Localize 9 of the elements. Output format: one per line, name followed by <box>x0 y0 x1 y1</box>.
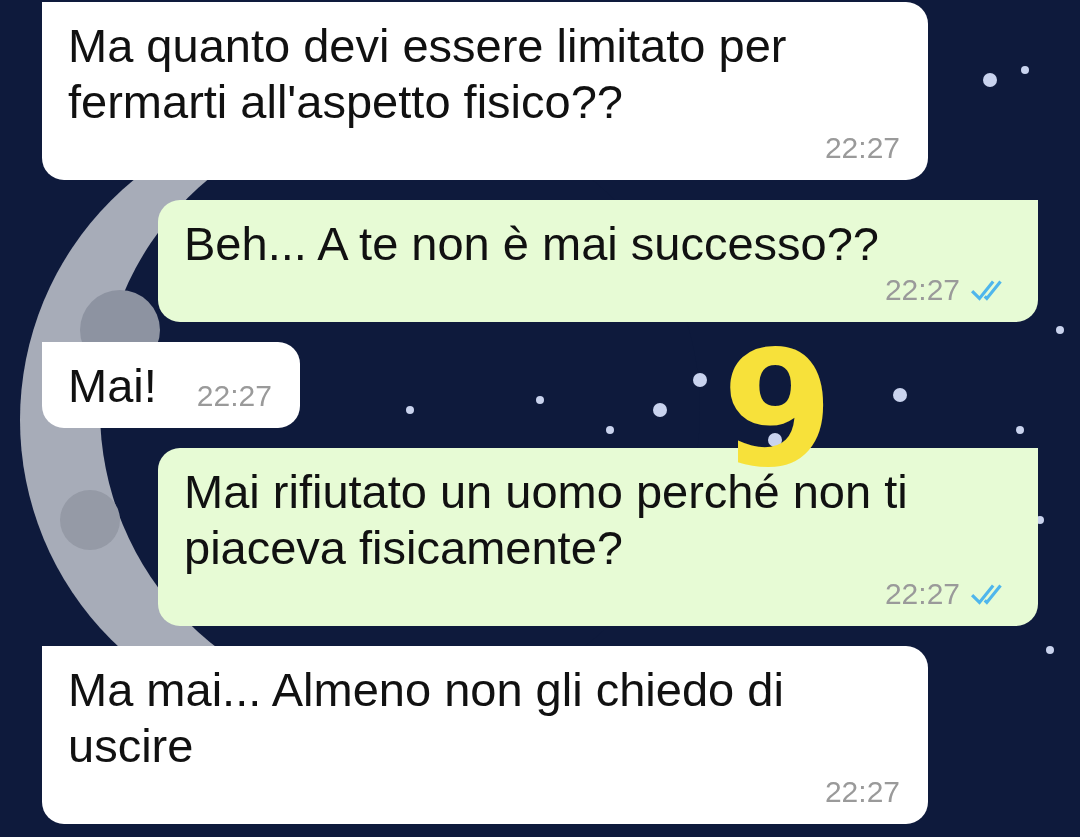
message-time: 22:27 <box>824 130 900 166</box>
message-time: 22:27 <box>884 576 960 612</box>
message-time: 22:27 <box>196 378 272 414</box>
message-text: Mai! <box>68 358 157 414</box>
message-time: 22:27 <box>824 774 900 810</box>
message-text: Beh... A te non è mai successo?? <box>184 216 879 272</box>
message-time: 22:27 <box>884 272 960 308</box>
message-text: Ma quanto devi essere limitato per fermarti all'aspetto fisico?? <box>68 18 788 130</box>
message-text: Ma mai... Almeno non gli chiedo di uscire <box>68 662 785 774</box>
